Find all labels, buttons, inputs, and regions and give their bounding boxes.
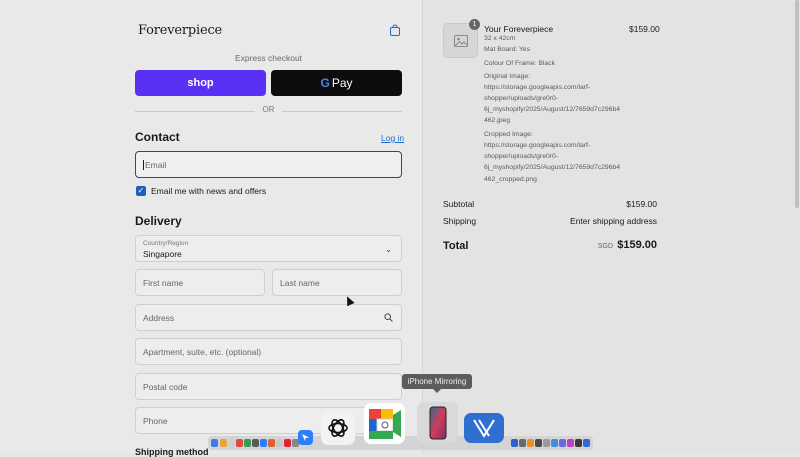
dock-app-icon[interactable] <box>583 439 590 447</box>
newsletter-label[interactable]: Email me with news and offers <box>151 186 266 196</box>
quantity-badge: 1 <box>469 19 480 30</box>
subtotal-value: $159.00 <box>626 199 657 209</box>
shipping-value: Enter shipping address <box>570 216 657 226</box>
newsletter-checkbox[interactable]: ✓ <box>136 186 146 196</box>
express-checkout-label: Express checkout <box>234 53 303 63</box>
address-placeholder: Address <box>143 312 175 323</box>
dock-app-icon[interactable] <box>567 439 574 447</box>
product-detail-line: https://storage.googleapis.com/larf- <box>484 142 591 149</box>
dock-arrow-app-icon[interactable] <box>298 430 313 445</box>
email-field[interactable]: Email <box>135 151 402 178</box>
or-label: OR <box>262 105 275 114</box>
dock-app-icon[interactable] <box>220 439 227 447</box>
dock-app-icon[interactable] <box>252 439 259 447</box>
postal-code-placeholder: Postal code <box>143 381 188 392</box>
store-logo[interactable]: Foreverpiece <box>138 23 222 38</box>
product-detail-line: https://storage.googleapis.com/larf- <box>484 84 591 91</box>
search-icon <box>384 313 393 322</box>
product-detail-line: 32 x 42cm <box>484 35 516 42</box>
dock-app-icon[interactable] <box>244 439 251 447</box>
shipping-method-heading: Shipping method <box>135 447 209 457</box>
dock-app-icon[interactable] <box>260 439 267 447</box>
postal-code-field[interactable]: Postal code <box>135 373 402 400</box>
currency-code: SGD <box>597 243 613 250</box>
dock-app-icon[interactable] <box>551 439 558 447</box>
product-detail-line: Cropped Image: <box>484 131 533 138</box>
product-detail-line: 462.jpeg <box>484 117 511 124</box>
dock-app-icon[interactable] <box>228 439 235 447</box>
dock-app-icon[interactable] <box>575 439 582 447</box>
total-value: $159.00 <box>617 239 657 251</box>
dock-tooltip: iPhone Mirroring <box>402 374 472 393</box>
country-value: Singapore <box>143 249 182 259</box>
dock-app-icon[interactable] <box>535 439 542 447</box>
total-label: Total <box>443 240 469 252</box>
google-pay-label: Pay <box>331 76 353 90</box>
country-select[interactable]: Country/Region Singapore ⌄ <box>135 235 402 262</box>
google-g-icon: G <box>320 76 330 90</box>
product-name: Your Foreverpiece <box>484 24 554 34</box>
product-detail-line: 6j_myshopify/2025/August/12/7659d7c296b4 <box>484 164 621 171</box>
dock-app-icon[interactable] <box>284 439 291 447</box>
dock-app-icon[interactable] <box>236 439 243 447</box>
chevron-down-icon: ⌄ <box>385 245 392 254</box>
shop-pay-button[interactable]: shop <box>135 70 266 96</box>
product-detail-line: shopper/uploads/gre0r0- <box>484 153 559 160</box>
dock-app-icon[interactable] <box>519 439 526 447</box>
product-detail-line: Mat Board: Yes <box>484 46 531 53</box>
shop-pay-label: shop <box>187 77 214 89</box>
dock-app-icon[interactable] <box>276 439 283 447</box>
or-divider: OR <box>135 105 402 117</box>
dock-app-icon[interactable] <box>211 439 218 447</box>
first-name-placeholder: First name <box>143 277 184 288</box>
dock-app-icon[interactable] <box>543 439 550 447</box>
shopping-bag-icon[interactable] <box>389 24 401 36</box>
product-detail-line: Colour Of Frame: Black <box>484 60 556 67</box>
country-label: Country/Region <box>143 240 189 247</box>
dock-app-icon[interactable] <box>268 439 275 447</box>
dock-app-icon[interactable] <box>527 439 534 447</box>
subtotal-label: Subtotal <box>443 199 475 209</box>
phone-field[interactable]: Phone <box>135 407 402 434</box>
email-placeholder: Email <box>145 159 167 170</box>
phone-placeholder: Phone <box>143 415 168 426</box>
dock-app-icon[interactable] <box>559 439 566 447</box>
first-name-field[interactable]: First name <box>135 269 265 296</box>
order-summary-panel <box>422 0 800 453</box>
iphone-mirroring-app-icon[interactable] <box>417 402 458 443</box>
login-link[interactable]: Log in <box>381 133 404 143</box>
apartment-placeholder: Apartment, suite, etc. (optional) <box>143 346 262 357</box>
product-detail-line: 6j_myshopify/2025/August/12/7659d7c296b4 <box>484 106 621 113</box>
image-placeholder-icon <box>453 34 468 47</box>
product-detail-line: Original Image: <box>484 73 531 80</box>
product-detail-line: 462_cropped.png <box>484 176 537 183</box>
shipping-label: Shipping <box>443 216 477 226</box>
google-meet-app-icon[interactable] <box>364 403 405 444</box>
last-name-field[interactable]: Last name <box>272 269 402 296</box>
last-name-placeholder: Last name <box>280 277 320 288</box>
chatgpt-app-icon[interactable] <box>321 411 355 445</box>
dock-app-icon[interactable] <box>511 439 518 447</box>
text-caret <box>143 159 144 170</box>
product-price: $159.00 <box>629 24 660 34</box>
google-pay-button[interactable]: G Pay <box>271 70 402 96</box>
apartment-field[interactable]: Apartment, suite, etc. (optional) <box>135 338 402 365</box>
contact-heading: Contact <box>135 130 180 144</box>
product-detail-line: shopper/uploads/gre0r0- <box>484 95 559 102</box>
address-field[interactable]: Address <box>135 304 402 331</box>
page-scrollbar[interactable] <box>795 0 799 208</box>
delivery-heading: Delivery <box>135 214 182 228</box>
vscode-like-app-icon[interactable] <box>464 413 504 443</box>
